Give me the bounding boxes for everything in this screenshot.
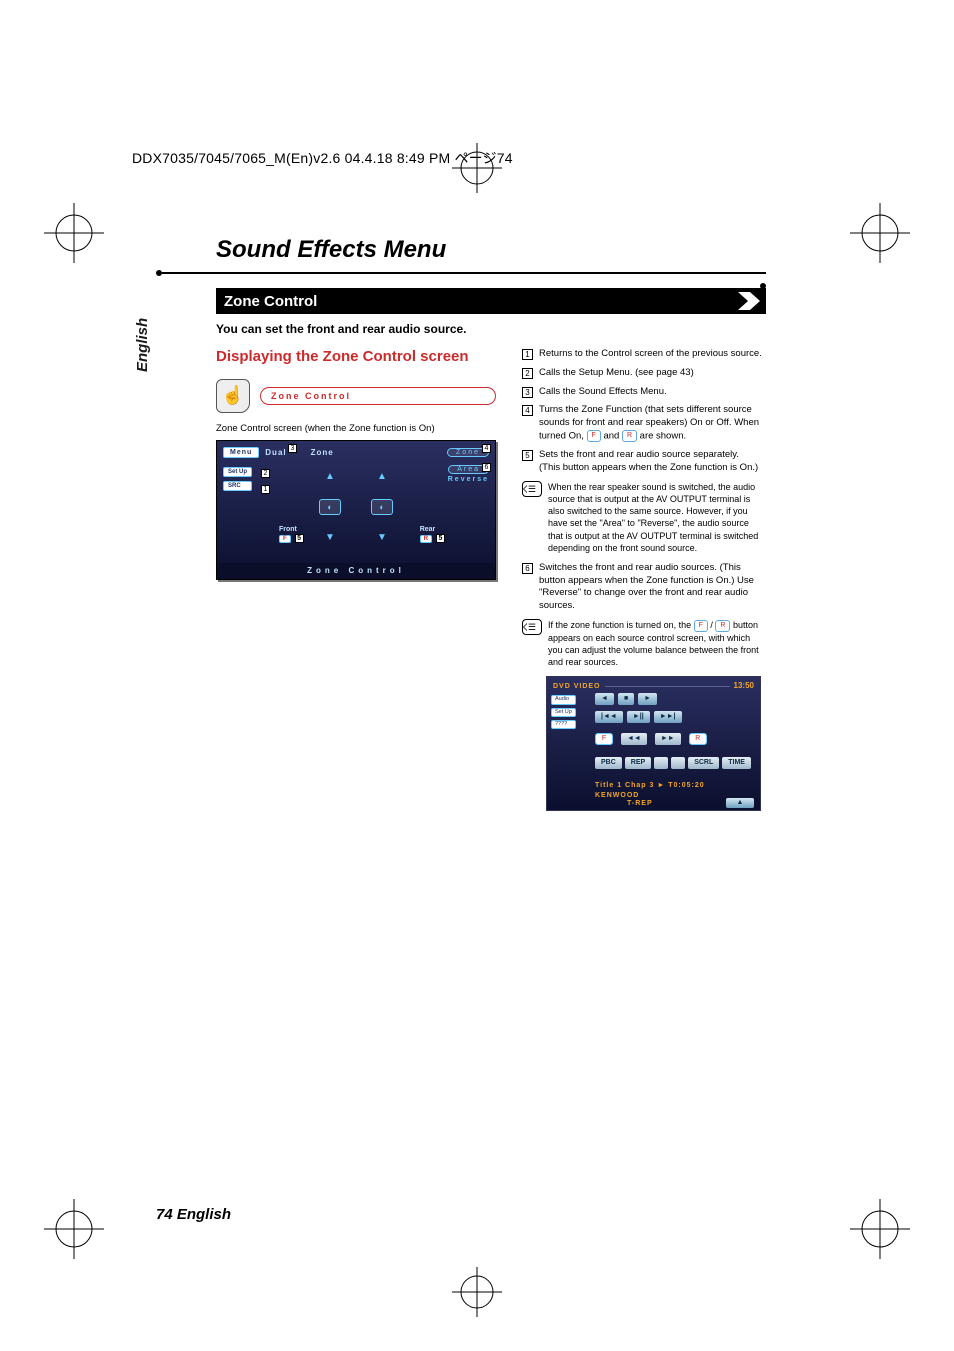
play-pause-button: ►|| [627,711,650,722]
time-button: TIME [722,757,751,768]
touch-icon: ☝ [216,379,250,413]
r-badge: R [622,430,637,442]
num-4: 4 [522,405,533,416]
rew-button: ◄◄ [621,733,647,744]
note-icon: ☰ [522,481,542,497]
trep-label: T-REP [627,799,653,808]
blank-button [654,757,668,768]
dvd-title: DVD VIDEO [553,682,601,691]
side-button: ???? [551,720,576,729]
note-icon: ☰ [522,619,542,635]
callout-list: 1 Returns to the Control screen of the p… [522,348,762,475]
crop-mark [850,1199,910,1259]
scroll-button: ▲ [726,798,754,808]
dvd-info: Title 1 Chap 3 ► T0:05:20 [595,781,705,790]
crop-mark [850,203,910,263]
callout-3: 3 [288,444,297,453]
desc-2: Calls the Setup Menu. (see page 43) [539,367,762,380]
desc-5: Sets the front and rear audio source sep… [539,449,762,475]
src-button: SRC [223,481,252,491]
page-title: Sound Effects Menu [216,236,766,264]
scrl-button: SCRL [688,757,719,768]
next-chapter-button: ► [638,693,657,704]
rear-label: Rear R 5 [420,526,445,543]
num-6: 6 [522,563,533,574]
f-badge: F [587,430,601,442]
section-description: You can set the front and rear audio sou… [216,322,766,336]
num-5: 5 [522,450,533,461]
screenshot-footer: Zone Control [217,563,495,579]
num-1: 1 [522,349,533,360]
sub-heading: Displaying the Zone Control screen [216,348,496,367]
crop-mark [44,203,104,263]
front-vol-button: F [595,733,613,744]
desc-6: Switches the front and rear audio source… [539,562,762,613]
dual-knob: ▲◐▼ [319,471,341,543]
screenshot-caption: Zone Control screen (when the Zone funct… [216,423,496,434]
title-rule [156,270,766,276]
rep-button: REP [625,757,651,768]
pbc-button: PBC [595,757,622,768]
setup-button: Set Up [223,467,252,477]
blank-button [671,757,685,768]
zone-knob: ▲◐▼ [371,471,393,543]
audio-button: Audio [551,695,576,704]
r-badge: R [715,620,730,632]
f-badge: F [694,620,708,632]
callout-5: 5 [295,534,304,543]
fold-mark [452,1267,502,1317]
section-heading: Zone Control [216,288,766,314]
ff-button: ►► [655,733,681,744]
zone-control-screenshot: Menu Dual Zone Zone 3 4 Set Up SRC 2 1 A… [216,440,496,580]
zone-label: Zone [311,448,334,457]
num-2: 2 [522,368,533,379]
rear-vol-button: R [689,733,707,744]
callout-1: 1 [261,485,270,494]
num-3: 3 [522,387,533,398]
desc-1: Returns to the Control screen of the pre… [539,348,762,361]
zone-control-pill: Zone Control [260,387,496,405]
page-number: 74 English [156,1206,231,1223]
prev-chapter-button: ◄ [595,693,614,704]
dual-label: Dual [265,448,286,457]
desc-4: Turns the Zone Function (that sets diffe… [539,404,762,443]
dvd-video-screenshot: DVD VIDEO 13:50 Audio Set Up ???? ◄ ■ ► [546,676,761,811]
callout-4: 4 [482,444,491,453]
setup-button: Set Up [551,708,576,717]
front-label: Front F 5 [279,526,304,543]
print-header-line: DDX7035/7045/7065_M(En)v2.6 04.4.18 8:49… [132,148,513,168]
desc-3: Calls the Sound Effects Menu. [539,386,762,399]
skip-fwd-button: ►►| [654,711,682,722]
skip-back-button: |◄◄ [595,711,623,722]
menu-button: Menu [223,447,259,458]
arrow-right-icon [738,292,760,310]
stop-button: ■ [618,693,634,704]
callout-5b: 5 [436,534,445,543]
dvd-time: 13:50 [734,681,754,692]
callout-2: 2 [261,469,270,478]
crop-mark [44,1199,104,1259]
note-2: If the zone function is turned on, the F… [548,619,762,668]
note-1: When the rear speaker sound is switched,… [548,481,762,554]
